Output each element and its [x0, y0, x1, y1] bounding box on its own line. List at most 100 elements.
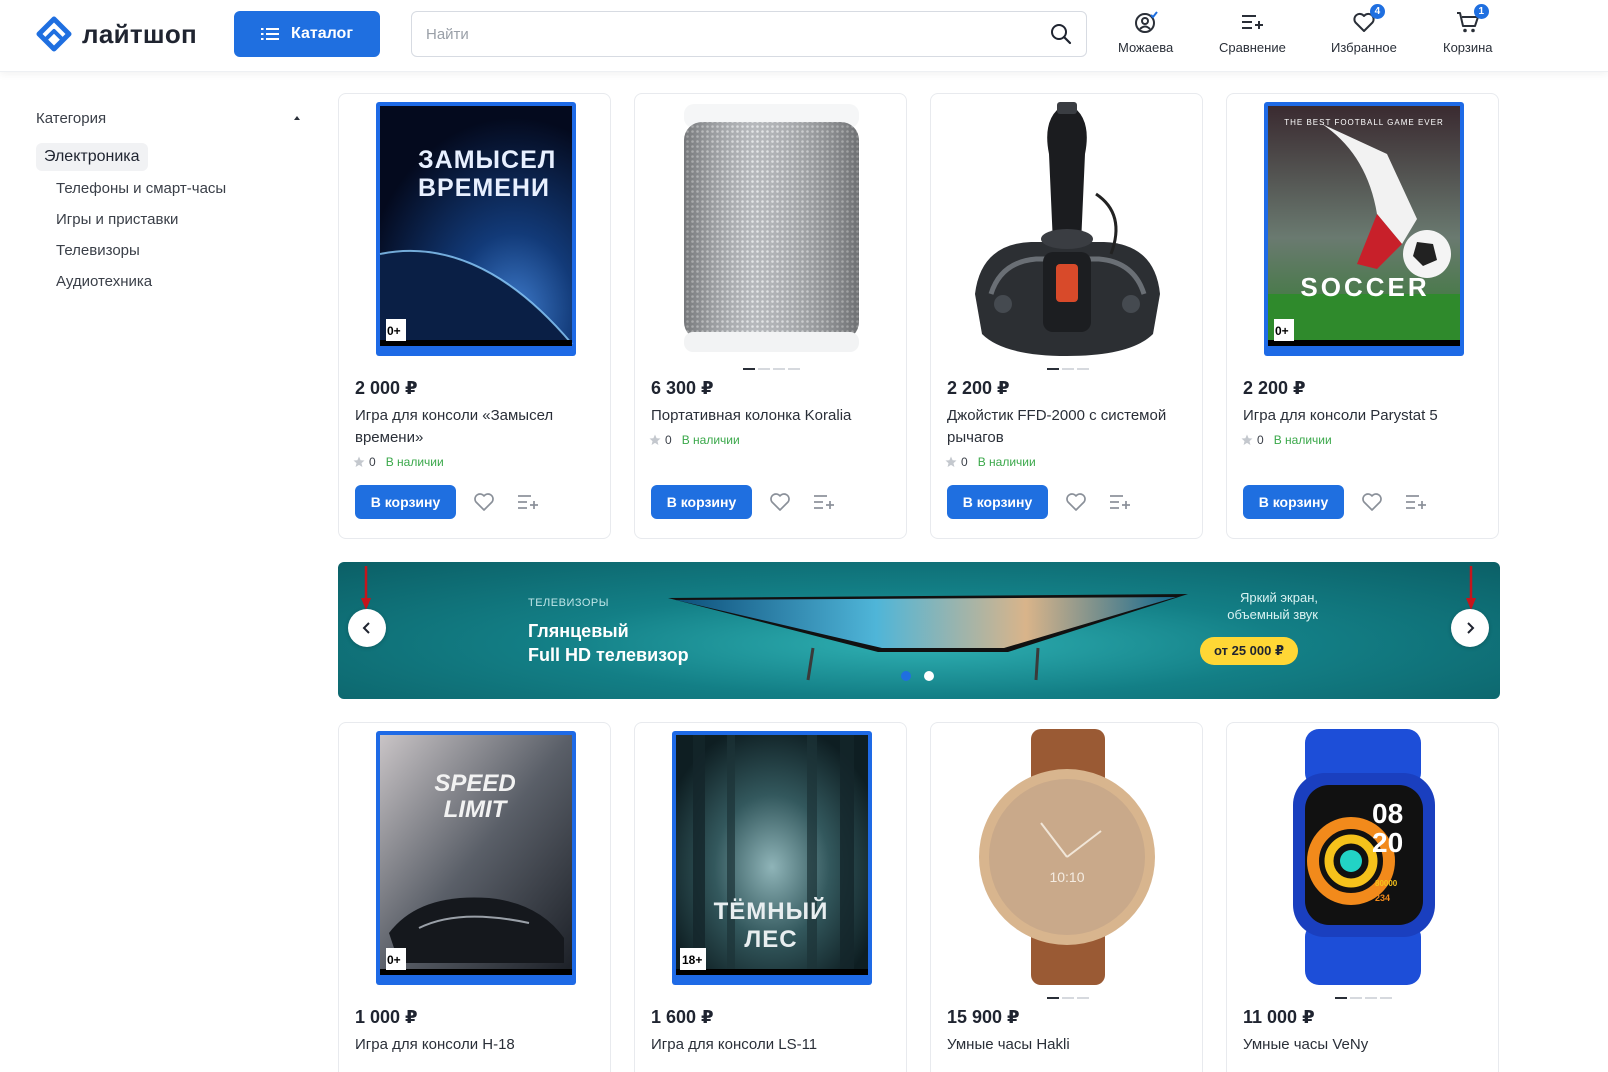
product-title[interactable]: Игра для консоли LS-11 — [651, 1034, 896, 1056]
banner-prev-button[interactable] — [348, 609, 386, 647]
product-price: 15 900 ₽ — [947, 1007, 1020, 1027]
logo-icon — [36, 16, 72, 52]
product-image[interactable] — [931, 723, 1203, 993]
compare-icon[interactable] — [1405, 491, 1427, 513]
add-to-cart-button[interactable]: В корзину — [947, 485, 1048, 519]
product-card[interactable]: ТЁМНЫЙ ЛЕС 18+ 1 600 ₽ Игра для консоли … — [634, 722, 907, 1072]
product-title[interactable]: Джойстик FFD-2000 с системой рычагов — [947, 405, 1192, 449]
tv-image — [668, 594, 1188, 681]
banner-dot[interactable] — [924, 671, 934, 681]
subcategory-games[interactable]: Игры и приставки — [56, 204, 306, 235]
header-cart[interactable]: 1 Корзина — [1443, 4, 1493, 55]
age-rating: 18+ — [682, 953, 703, 967]
product-card[interactable]: THE BEST FOOTBALL GAME EVER SOCCER 0+ 2 … — [1226, 93, 1499, 539]
search-icon[interactable] — [1050, 23, 1072, 45]
product-image[interactable] — [931, 94, 1203, 364]
product-image[interactable] — [1227, 94, 1499, 364]
product-image[interactable] — [1227, 723, 1499, 993]
banner-side-text: Яркий экран, объемный звук — [1227, 590, 1318, 622]
banner-next-button[interactable] — [1451, 609, 1489, 647]
image-dots — [931, 997, 1202, 999]
banner-price-badge[interactable]: от 25 000 ₽ — [1200, 637, 1299, 665]
subcategory-audio[interactable]: Аудиотехника — [56, 266, 306, 297]
product-rating: 0 В наличии — [1241, 433, 1332, 447]
header-profile[interactable]: Можаева — [1118, 10, 1173, 55]
star-icon — [1241, 434, 1253, 445]
cover-title: ЗАМЫСЕЛ ВРЕМЕНИ — [418, 146, 557, 202]
age-rating: 0+ — [1275, 324, 1289, 338]
stock-status: В наличии — [385, 455, 444, 469]
product-title[interactable]: Игра для консоли H-18 — [355, 1034, 600, 1056]
heart-icon[interactable] — [1065, 491, 1087, 513]
watch-steps: 80000 — [1375, 879, 1398, 888]
chevron-right-icon — [1467, 622, 1475, 634]
compare-icon[interactable] — [517, 491, 539, 513]
catalog-label: Каталог — [291, 25, 353, 42]
image-dots — [635, 368, 906, 370]
add-to-cart-button[interactable]: В корзину — [1243, 485, 1344, 519]
header-favorites[interactable]: 4 Избранное — [1331, 4, 1397, 55]
list-icon — [261, 28, 279, 40]
product-card[interactable]: 08 20 80000 234 11 000 ₽ Умные часы VeNy — [1226, 722, 1499, 1072]
banner-dot[interactable] — [901, 671, 911, 681]
logo[interactable]: лайтшоп — [36, 16, 197, 52]
subcategory-list: Телефоны и смарт-часы Игры и приставки Т… — [36, 173, 306, 297]
header-compare[interactable]: Сравнение — [1219, 10, 1286, 55]
compare-icon[interactable] — [813, 491, 835, 513]
search-input[interactable] — [412, 12, 1032, 56]
product-card[interactable]: 6 300 ₽ Портативная колонка Koralia 0 В … — [634, 93, 907, 539]
product-card[interactable]: ЗАМЫСЕЛ ВРЕМЕНИ 0+ 2 000 ₽ Игра для конс… — [338, 93, 611, 539]
age-rating: 0+ — [387, 953, 401, 967]
compare-icon[interactable] — [1109, 491, 1131, 513]
product-image[interactable] — [635, 94, 907, 364]
banner-title: Глянцевый Full HD телевизор — [528, 621, 689, 665]
stock-status: В наличии — [977, 455, 1036, 469]
product-rating: 0 В наличии — [353, 455, 444, 469]
product-rating: 0 В наличии — [945, 455, 1036, 469]
heart-icon[interactable] — [769, 491, 791, 513]
catalog-button[interactable]: Каталог — [234, 11, 380, 57]
product-title[interactable]: Игра для консоли Parystat 5 — [1243, 405, 1488, 427]
product-title[interactable]: Умные часы VeNy — [1243, 1034, 1488, 1056]
product-image[interactable] — [339, 94, 611, 364]
arrow-down-icon — [1466, 566, 1476, 610]
product-title[interactable]: Игра для консоли «Замысел времени» — [355, 405, 600, 449]
image-dots — [1227, 997, 1498, 999]
product-price: 2 200 ₽ — [1243, 378, 1306, 398]
rating-value: 0 — [369, 455, 376, 469]
product-card[interactable]: SPEED LIMIT 0+ 1 000 ₽ Игра для консоли … — [338, 722, 611, 1072]
product-price: 1 000 ₽ — [355, 1007, 418, 1027]
subcategory-phones[interactable]: Телефоны и смарт-часы — [56, 173, 306, 204]
banner-category: ТЕЛЕВИЗОРЫ — [528, 597, 610, 609]
header-favorites-label: Избранное — [1331, 40, 1397, 55]
cover-title: SOCCER — [1300, 272, 1430, 302]
product-price: 6 300 ₽ — [651, 378, 714, 398]
product-card[interactable]: 10:10 15 900 ₽ Умные часы Hakli — [930, 722, 1203, 1072]
subcategory-tv[interactable]: Телевизоры — [56, 235, 306, 266]
cart-badge: 1 — [1473, 4, 1489, 19]
cart-icon-wrap: 1 — [1456, 4, 1489, 34]
product-title[interactable]: Портативная колонка Koralia — [651, 405, 896, 427]
add-to-cart-button[interactable]: В корзину — [355, 485, 456, 519]
heart-icon[interactable] — [473, 491, 495, 513]
stock-status: В наличии — [1273, 433, 1332, 447]
category-header[interactable]: Категория — [36, 106, 306, 130]
product-image[interactable] — [339, 723, 611, 993]
promo-banner[interactable]: ТЕЛЕВИЗОРЫ Глянцевый Full HD телевизор Я… — [338, 562, 1500, 699]
product-price: 2 000 ₽ — [355, 378, 418, 398]
add-to-cart-button[interactable]: В корзину — [651, 485, 752, 519]
product-card[interactable]: 2 200 ₽ Джойстик FFD-2000 с системой рыч… — [930, 93, 1203, 539]
watch-time: 08 20 — [1372, 798, 1404, 858]
category-active[interactable]: Электроника — [36, 143, 148, 171]
cover-subtitle: THE BEST FOOTBALL GAME EVER — [1284, 118, 1444, 127]
collapse-arrow-icon[interactable] — [294, 116, 300, 120]
heart-icon[interactable] — [1361, 491, 1383, 513]
favorites-icon-wrap: 4 — [1352, 4, 1385, 34]
product-title[interactable]: Умные часы Hakli — [947, 1034, 1192, 1056]
star-icon — [945, 456, 957, 467]
banner-pagination — [901, 671, 934, 681]
image-dots — [931, 368, 1202, 370]
header-compare-label: Сравнение — [1219, 40, 1286, 55]
stock-status: В наличии — [681, 433, 740, 447]
rating-value: 0 — [665, 433, 672, 447]
